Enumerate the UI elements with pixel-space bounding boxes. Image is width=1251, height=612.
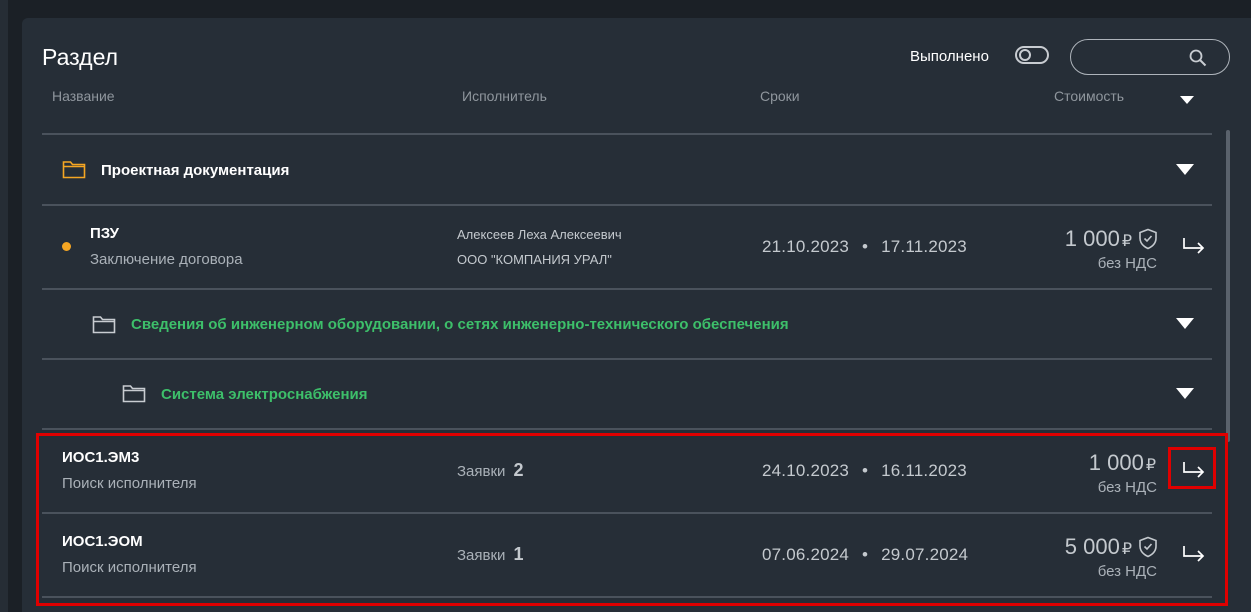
folder-icon (62, 161, 86, 179)
row-amount: 1 000 ₽ (1022, 226, 1132, 252)
left-edge-panel (0, 0, 8, 612)
sort-caret-icon[interactable] (1180, 96, 1194, 104)
chevron-down-icon[interactable] (1176, 318, 1194, 329)
column-header-dates[interactable]: Сроки (760, 88, 800, 104)
executor-company: ООО "КОМПАНИЯ УРАЛ" (457, 252, 612, 267)
executor-name: Алексеев Леха Алексеевич (457, 227, 622, 242)
done-toggle[interactable] (1015, 46, 1049, 64)
search-input[interactable] (1070, 39, 1230, 75)
date-separator: • (862, 237, 869, 256)
chevron-down-icon[interactable] (1176, 164, 1194, 175)
group-label-power-supply[interactable]: Система электроснабжения (161, 386, 367, 403)
scrollbar[interactable] (1226, 130, 1230, 442)
group-label-engineering[interactable]: Сведения об инженерном оборудовании, о с… (131, 316, 789, 333)
column-header-executor[interactable]: Исполнитель (462, 88, 547, 104)
header-mask (22, 82, 1251, 90)
divider (42, 358, 1212, 360)
row-dates: 21.10.2023 • 17.11.2023 (762, 237, 967, 257)
end-date: 17.11.2023 (881, 237, 967, 256)
highlight-box-arrow (1168, 447, 1216, 489)
folder-icon (122, 385, 146, 403)
folder-icon (92, 316, 116, 334)
divider (42, 204, 1212, 206)
start-date: 21.10.2023 (762, 237, 850, 256)
group-label-project-docs[interactable]: Проектная документация (101, 162, 289, 179)
divider (42, 428, 1212, 430)
shield-check-icon (1139, 228, 1157, 250)
divider (42, 133, 1212, 135)
vat-label: без НДС (1097, 255, 1157, 272)
column-header-cost[interactable]: Стоимость (1054, 88, 1124, 104)
status-dot (62, 242, 71, 251)
row-status: Заключение договора (90, 251, 243, 268)
divider (42, 288, 1212, 290)
column-header-name[interactable]: Название (52, 88, 115, 104)
search-icon (1189, 49, 1207, 67)
page-title: Раздел (42, 44, 119, 70)
highlight-box-rows (36, 433, 1228, 606)
row-code[interactable]: ПЗУ (90, 225, 119, 242)
toggle-knob (1019, 49, 1031, 61)
done-filter-label: Выполнено (910, 48, 989, 65)
amount-value: 1 000 (1064, 226, 1120, 251)
chevron-down-icon[interactable] (1176, 388, 1194, 399)
forward-arrow-icon[interactable] (1182, 236, 1206, 256)
currency-symbol: ₽ (1121, 233, 1132, 250)
